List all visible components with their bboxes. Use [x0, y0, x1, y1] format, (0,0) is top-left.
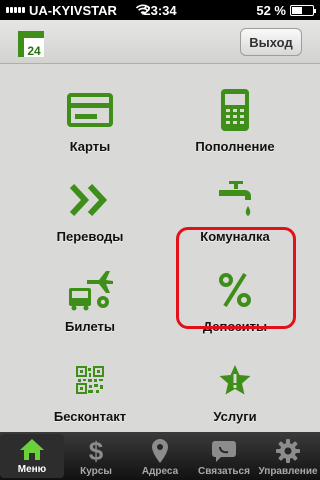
- status-bar: UA-KYIVSTAR 23:34 52 %: [0, 0, 320, 20]
- menu-item-topup[interactable]: Пополнение: [155, 64, 315, 154]
- tab-rates[interactable]: $ Курсы: [64, 432, 128, 480]
- double-chevron-icon: [65, 176, 115, 223]
- menu-item-transfers[interactable]: Переводы: [10, 154, 170, 244]
- svg-text:$: $: [89, 438, 104, 464]
- chat-icon: [209, 437, 239, 465]
- highlight-outline: [176, 227, 296, 329]
- battery-fill: [292, 6, 303, 14]
- tab-label: Связаться: [198, 466, 250, 477]
- map-pin-icon: [145, 437, 175, 465]
- menu-item-cards[interactable]: Карты: [10, 64, 170, 154]
- tab-contact[interactable]: Связаться: [192, 432, 256, 480]
- tab-settings[interactable]: Управление: [256, 432, 320, 480]
- tab-label: Адреса: [141, 466, 179, 477]
- card-icon: [65, 86, 115, 133]
- tab-label: Управление: [258, 466, 318, 477]
- menu-item-tickets[interactable]: Билеты: [10, 244, 170, 334]
- tab-label: Меню: [17, 464, 47, 475]
- menu-item-label: Бесконтакт: [53, 409, 127, 424]
- signal-icon: [6, 7, 25, 13]
- tab-menu[interactable]: Меню: [0, 434, 64, 478]
- menu-item-label: Билеты: [65, 319, 115, 334]
- menu-item-label: Карты: [69, 139, 111, 154]
- menu-grid: Карты Пополнение Переводы Комуналка Биле…: [0, 64, 320, 432]
- status-left: UA-KYIVSTAR: [6, 3, 151, 18]
- phone-icon: [210, 86, 260, 133]
- tab-bar: Меню $ Курсы Адреса Связаться Управление: [0, 432, 320, 480]
- tab-label: Курсы: [80, 466, 112, 477]
- logo-text: 24: [24, 38, 44, 57]
- menu-item-label: Пополнение: [195, 139, 275, 154]
- privat24-logo: 24: [18, 31, 44, 57]
- menu-item-label: Переводы: [56, 229, 124, 244]
- wifi-icon: [135, 4, 151, 15]
- exit-button[interactable]: Выход: [240, 28, 302, 56]
- dollar-icon: $: [81, 437, 111, 465]
- menu-item-contactless[interactable]: Бесконтакт: [10, 334, 170, 424]
- star-icon: [210, 356, 260, 403]
- menu-item-services[interactable]: Услуги: [155, 334, 315, 424]
- faucet-icon: [210, 176, 260, 223]
- tab-addresses[interactable]: Адреса: [128, 432, 192, 480]
- carrier-name: UA-KYIVSTAR: [29, 2, 117, 18]
- battery-icon: [290, 4, 316, 16]
- battery-percent: 52 %: [256, 2, 286, 18]
- home-icon: [17, 435, 47, 463]
- top-bar: 24 Выход: [0, 20, 320, 64]
- menu-item-label: Услуги: [213, 409, 257, 424]
- qr-code-icon: [65, 356, 115, 403]
- transport-icon: [65, 266, 115, 313]
- status-right: 52 %: [256, 2, 316, 18]
- gear-icon: [273, 437, 303, 465]
